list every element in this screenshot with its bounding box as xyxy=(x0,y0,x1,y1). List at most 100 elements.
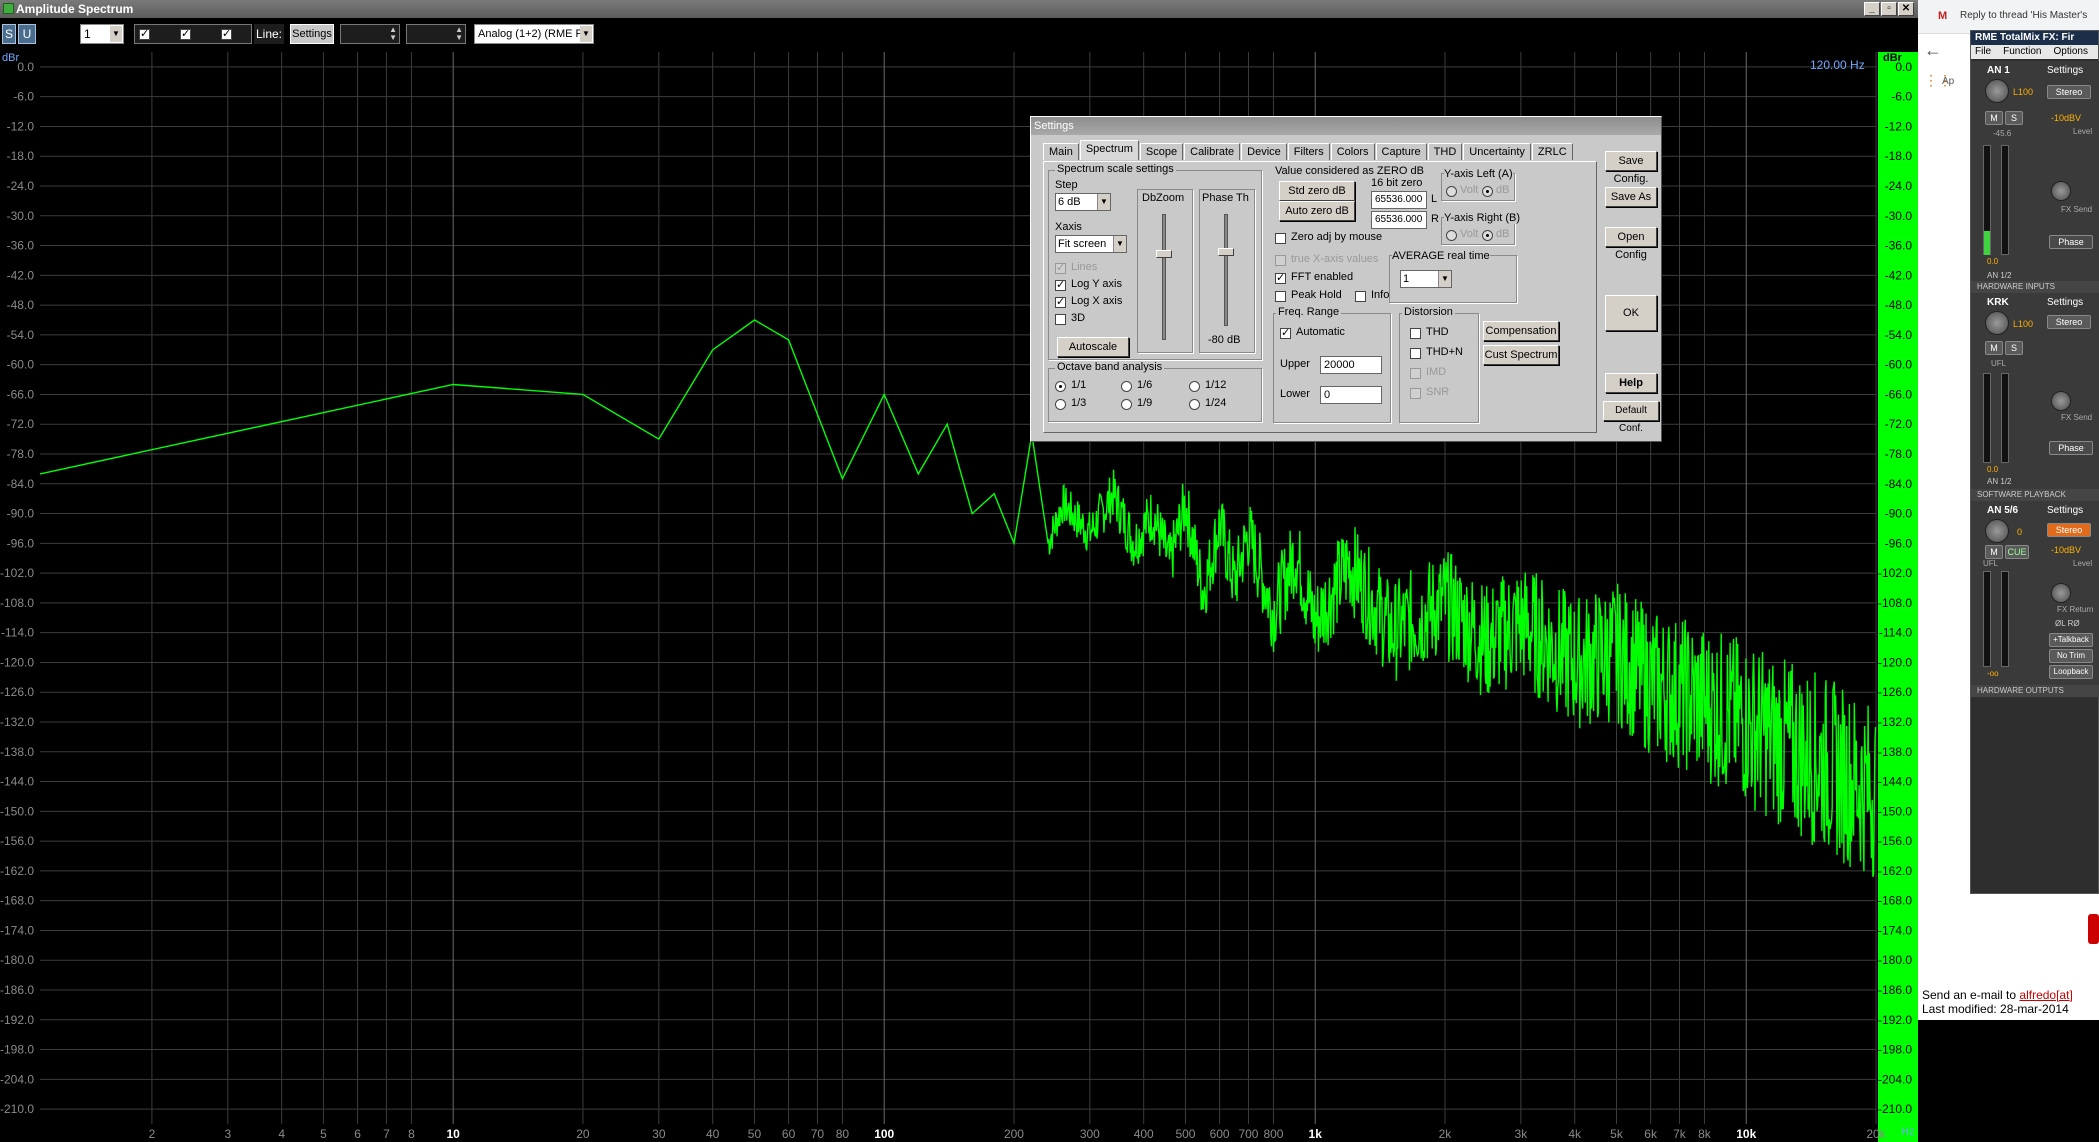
channel-krk-stereo-button[interactable]: Stereo xyxy=(2047,315,2091,329)
value-spinner-1[interactable]: ▲ ▼ xyxy=(340,24,400,44)
chevron-down-icon[interactable]: ▼ xyxy=(1438,271,1451,287)
tab-device[interactable]: Device xyxy=(1241,143,1287,160)
channel-a-checkbox[interactable] xyxy=(139,27,150,40)
channel-an1-solo-button[interactable]: S xyxy=(2005,111,2023,125)
3d-checkbox[interactable] xyxy=(1055,314,1066,325)
true-x-checkbox[interactable] xyxy=(1275,255,1286,266)
tab-calibrate[interactable]: Calibrate xyxy=(1184,143,1241,160)
channel-an1-mute-button[interactable]: M xyxy=(1985,111,2003,125)
fft-enabled-checkbox[interactable] xyxy=(1275,271,1286,284)
maximize-button[interactable]: ▫ xyxy=(1881,2,1897,16)
settings-button[interactable]: Settings xyxy=(290,24,334,44)
totalmix-title[interactable]: RME TotalMix FX: Fir xyxy=(1971,31,2098,45)
channel-an56-loopback-button[interactable]: Loopback xyxy=(2049,665,2093,679)
channel-krk-settings[interactable]: Settings xyxy=(2047,297,2083,308)
channel-an56-talkback-button[interactable]: +Talkback xyxy=(2049,633,2093,647)
channel-an1-gain-knob[interactable] xyxy=(1985,79,2009,103)
tab-main[interactable]: Main xyxy=(1043,143,1079,160)
chevron-down-icon[interactable]: ▼ xyxy=(580,26,592,42)
automatic-checkbox[interactable] xyxy=(1280,326,1291,339)
value-spinner-2[interactable]: ▲ ▼ xyxy=(406,24,466,44)
dialog-title[interactable]: Settings xyxy=(1031,117,1661,135)
channel-krk-phase-button[interactable]: Phase xyxy=(2049,441,2093,455)
y-left-db-radio[interactable] xyxy=(1482,186,1493,197)
channel-an56-cue-button[interactable]: CUE xyxy=(2005,545,2029,559)
octave-1-9-radio[interactable] xyxy=(1121,399,1132,410)
default-conf-button[interactable]: Default Conf. xyxy=(1603,401,1659,434)
chevron-down-icon[interactable]: ▼ xyxy=(1097,194,1110,210)
cust-spectrum-button[interactable]: Cust Spectrum xyxy=(1483,345,1559,365)
y-right-volt-radio[interactable] xyxy=(1446,230,1457,241)
channel-an1-fx-knob[interactable] xyxy=(2051,181,2071,201)
snr-checkbox[interactable] xyxy=(1410,388,1421,399)
tab-zrlc[interactable]: ZRLC xyxy=(1531,143,1573,160)
save-as-button[interactable]: Save As xyxy=(1605,187,1657,207)
tab-uncertainty[interactable]: Uncertainty xyxy=(1463,143,1531,160)
thd-checkbox[interactable] xyxy=(1410,328,1421,339)
input-source-select[interactable]: Analog (1+2) (RME F ▼ xyxy=(474,24,594,44)
s-button[interactable]: S xyxy=(2,24,16,44)
email-link[interactable]: alfredo[at] xyxy=(2019,988,2072,1002)
lower-input[interactable]: 0 xyxy=(1320,386,1382,404)
channel-an56-fx-knob[interactable] xyxy=(2051,583,2071,603)
tab-capture[interactable]: Capture xyxy=(1375,143,1427,160)
octave-1-1-radio[interactable] xyxy=(1055,381,1066,392)
spinner-arrows-icon[interactable]: ▲ ▼ xyxy=(389,26,397,42)
y-right-db-radio[interactable] xyxy=(1482,230,1493,241)
octave-1-12-radio[interactable] xyxy=(1189,381,1200,392)
browser-tab-title[interactable]: Reply to thread 'His Master's xyxy=(1960,10,2087,21)
channel-an56-stereo-button[interactable]: Stereo xyxy=(2047,523,2091,537)
tab-spectrum[interactable]: Spectrum xyxy=(1079,140,1139,160)
lines-checkbox[interactable] xyxy=(1055,261,1066,274)
channel-krk-solo-button[interactable]: S xyxy=(2005,341,2023,355)
save-config-button[interactable]: Save Config. xyxy=(1605,151,1657,185)
log-y-checkbox[interactable] xyxy=(1055,278,1066,291)
chevron-down-icon[interactable]: ▼ xyxy=(1113,236,1126,252)
log-x-checkbox[interactable] xyxy=(1055,295,1066,308)
menu-options[interactable]: Options xyxy=(2053,45,2087,59)
auto-zero-button[interactable]: Auto zero dB xyxy=(1279,201,1355,221)
tab-filters[interactable]: Filters xyxy=(1287,143,1330,160)
chevron-down-icon[interactable]: ▼ xyxy=(110,26,122,42)
step-select[interactable]: 6 dB ▼ xyxy=(1055,193,1111,211)
thdn-checkbox[interactable] xyxy=(1410,348,1421,359)
octave-1-24-radio[interactable] xyxy=(1189,399,1200,410)
channel-krk-gain-knob[interactable] xyxy=(1985,311,2009,335)
menu-function[interactable]: Function xyxy=(2003,45,2041,59)
ok-button[interactable]: OK xyxy=(1605,295,1657,331)
tab-thd[interactable]: THD xyxy=(1427,143,1463,160)
upper-input[interactable]: 20000 xyxy=(1320,356,1382,374)
channel-select[interactable]: 1 ▼ xyxy=(80,24,124,44)
help-button[interactable]: Help xyxy=(1605,373,1657,393)
channel-an56-notrim-button[interactable]: No Trim xyxy=(2049,649,2093,663)
phase-slider-thumb[interactable] xyxy=(1218,248,1234,256)
channel-an56-fader[interactable] xyxy=(2001,571,2009,667)
channel-c-checkbox[interactable] xyxy=(221,27,232,40)
spinner-arrows-icon[interactable]: ▲ ▼ xyxy=(455,26,463,42)
compensation-button[interactable]: Compensation xyxy=(1483,321,1559,341)
zero-r-input[interactable]: 65536.000 xyxy=(1371,211,1427,229)
xaxis-select[interactable]: Fit screen ▼ xyxy=(1055,235,1127,253)
channel-b-checkbox[interactable] xyxy=(180,27,191,40)
channel-an56-phase[interactable]: ØL RØ xyxy=(2055,619,2080,628)
open-config-button[interactable]: Open Config xyxy=(1605,227,1657,261)
peak-hold-checkbox[interactable] xyxy=(1275,291,1286,302)
autoscale-button[interactable]: Autoscale xyxy=(1057,337,1129,357)
y-left-volt-radio[interactable] xyxy=(1446,186,1457,197)
channel-an1-phase-button[interactable]: Phase xyxy=(2049,235,2093,249)
channel-krk-fader[interactable] xyxy=(2001,373,2009,463)
channel-an1-fader[interactable] xyxy=(2001,145,2009,255)
info-checkbox[interactable] xyxy=(1355,291,1366,302)
zero-l-input[interactable]: 65536.000 xyxy=(1371,191,1427,209)
channel-krk-mute-button[interactable]: M xyxy=(1985,341,2003,355)
imd-checkbox[interactable] xyxy=(1410,368,1421,379)
channel-an56-gain-knob[interactable] xyxy=(1985,519,2009,543)
close-button[interactable]: ✕ xyxy=(1898,2,1914,16)
channel-an1-level[interactable]: -10dBV xyxy=(2051,113,2081,123)
channel-krk-fx-knob[interactable] xyxy=(2051,391,2071,411)
zero-adj-checkbox[interactable] xyxy=(1275,233,1286,244)
octave-1-6-radio[interactable] xyxy=(1121,381,1132,392)
window-titlebar[interactable]: Amplitude Spectrum _ ▫ ✕ xyxy=(0,0,1918,18)
apps-label[interactable]: Ap xyxy=(1942,76,1954,87)
channel-an56-settings[interactable]: Settings xyxy=(2047,505,2083,516)
